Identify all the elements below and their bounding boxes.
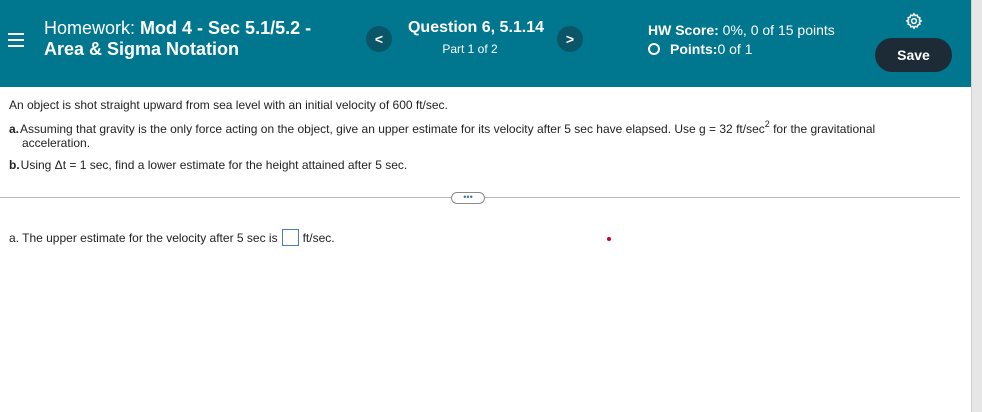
part-a-statement: a.Assuming that gravity is the only forc… [9,117,959,136]
hw-score-value: 0%, 0 of 15 points [718,22,835,38]
homework-lead: Homework: [44,18,141,38]
answer-prompt: a. The upper estimate for the velocity a… [9,230,278,245]
answer-row: a. The upper estimate for the velocity a… [9,229,335,246]
question-title: Question 6, 5.1.14 [407,19,545,36]
menu-icon[interactable] [8,33,24,47]
chevron-left-icon: < [374,31,384,47]
more-options-button[interactable]: ••• [451,192,485,204]
problem-statement: An object is shot straight upward from s… [9,98,959,172]
part-a-label: a. [9,122,20,136]
status-circle-icon [648,43,660,55]
scrollbar[interactable] [971,0,982,412]
answer-unit: ft/sec. [302,230,335,245]
part-b-text: Using Δt = 1 sec, find a lower estimate … [20,158,408,172]
question-part: Part 1 of 2 [442,42,498,56]
part-a-text: Assuming that gravity is the only force … [20,122,765,136]
next-question-button[interactable]: > [557,26,583,52]
gear-icon[interactable] [905,12,923,30]
chevron-right-icon: > [565,31,575,47]
part-a-text-end: for the gravitational [769,122,876,136]
points-value: 0 of 1 [717,41,753,57]
hw-score-label: HW Score: [648,22,719,38]
points-status: Points: 0 of 1 [648,41,752,57]
hw-score: HW Score: 0%, 0 of 15 points [648,22,835,38]
answer-input[interactable] [281,229,299,246]
top-header: Homework: Mod 4 - Sec 5.1/5.2 - Area & S… [0,0,972,87]
homework-title: Homework: Mod 4 - Sec 5.1/5.2 - Area & S… [44,18,344,60]
cursor-dot [607,237,611,241]
previous-question-button[interactable]: < [366,26,392,52]
part-b-statement: b.Using Δt = 1 sec, find a lower estimat… [9,158,959,172]
problem-intro: An object is shot straight upward from s… [9,98,448,112]
part-b-label: b. [9,158,20,172]
part-a-continuation: acceleration. [22,136,91,150]
save-button[interactable]: Save [875,38,952,72]
points-label: Points: [670,41,718,57]
